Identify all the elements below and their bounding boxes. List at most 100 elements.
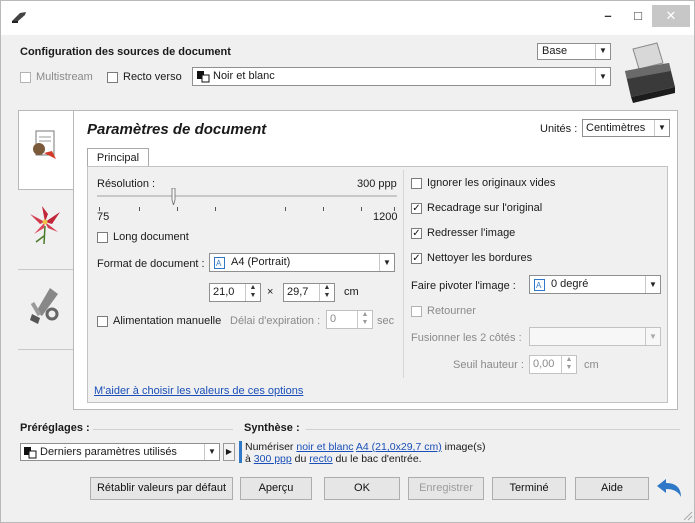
rotate-select-value: 0 degré <box>551 278 589 290</box>
straighten-checkbox[interactable]: ✓ <box>411 228 422 239</box>
height-stepper[interactable]: 29,7 ▲ ▼ <box>283 283 335 302</box>
sidebar-tab-document[interactable] <box>18 110 73 190</box>
long-document-checkbox[interactable] <box>97 232 108 243</box>
chevron-down-icon: ▼ <box>645 328 660 345</box>
resolution-value: 300 ppp <box>357 178 397 190</box>
sidebar-tab-image[interactable] <box>18 190 73 270</box>
chevron-down-icon: ▼ <box>654 120 669 136</box>
summary-text: du <box>294 453 307 465</box>
format-select-value: A4 (Portrait) <box>231 256 291 268</box>
presets-divider <box>93 429 233 430</box>
summary-accent-bar <box>239 441 242 463</box>
threshold-stepper[interactable]: 0,00 ▲ ▼ <box>529 355 577 374</box>
summary-label: Synthèse : <box>244 422 300 434</box>
svg-text:A: A <box>536 281 542 290</box>
rotate-select[interactable]: A 0 degré ▼ <box>529 275 661 294</box>
source-config-title: Configuration des sources de document <box>20 46 231 58</box>
summary-divider <box>306 429 680 430</box>
width-value: 21,0 <box>213 286 235 298</box>
slider-tick <box>361 207 362 211</box>
scanner-app-icon <box>12 12 26 23</box>
chevron-down-icon: ▼ <box>379 254 394 271</box>
document-settings-icon <box>33 130 56 159</box>
help-choose-link[interactable]: M'aider à choisir les valeurs de ces opt… <box>94 385 303 397</box>
chevron-right-icon: ▶ <box>225 447 233 456</box>
clean-borders-checkbox[interactable]: ✓ <box>411 253 422 264</box>
mode-select[interactable]: Base ▼ <box>537 43 611 60</box>
close-button[interactable]: ✕ <box>652 5 690 27</box>
presets-select[interactable]: Derniers paramètres utilisés ▼ <box>20 443 220 461</box>
ok-button[interactable]: OK <box>324 477 400 500</box>
sidebar-tab-tools[interactable] <box>18 270 73 350</box>
units-select[interactable]: Centimètres ▼ <box>582 119 670 137</box>
recto-verso-checkbox[interactable] <box>107 72 118 83</box>
reset-defaults-button[interactable]: Rétablir valeurs par défaut <box>90 477 233 500</box>
title-bar: – □ ✕ <box>1 1 694 35</box>
flip-checkbox[interactable] <box>411 306 422 317</box>
svg-text:A: A <box>216 259 222 268</box>
presets-select-value: Derniers paramètres utilisés <box>40 446 177 458</box>
summary-link-color[interactable]: noir et blanc <box>296 441 353 453</box>
resolution-slider-thumb[interactable] <box>171 188 176 205</box>
summary-link-side[interactable]: recto <box>309 453 332 465</box>
spin-arrows-icon[interactable]: ▲ ▼ <box>245 284 260 301</box>
format-label: Format de document : <box>97 258 205 270</box>
slider-tick <box>285 207 286 211</box>
flip-label: Retourner <box>427 305 476 317</box>
spin-arrows-icon[interactable]: ▲ ▼ <box>357 311 372 328</box>
save-button[interactable]: Enregistrer <box>408 477 484 500</box>
summary-link-resolution[interactable]: 300 ppp <box>254 453 292 465</box>
panel-title: Paramètres de document <box>87 121 267 138</box>
clean-borders-label: Nettoyer les bordures <box>427 252 533 264</box>
slider-tick <box>215 207 216 211</box>
straighten-label: Redresser l'image <box>427 227 516 239</box>
resolution-slider-track[interactable] <box>97 195 397 197</box>
slider-tick <box>177 207 178 211</box>
dimension-separator: × <box>267 286 274 298</box>
minimize-button[interactable]: – <box>593 5 623 27</box>
summary-line-2: à 300 ppp du recto du le bac d'entrée. <box>245 453 422 465</box>
multistream-label: Multistream <box>36 71 93 83</box>
merge-select[interactable]: ▼ <box>529 327 661 346</box>
width-stepper[interactable]: 21,0 ▲ ▼ <box>209 283 261 302</box>
crop-checkbox[interactable]: ✓ <box>411 203 422 214</box>
flower-image-icon <box>30 206 60 245</box>
scanner-device-icon <box>625 42 675 103</box>
preview-button[interactable]: Aperçu <box>240 477 312 500</box>
resolution-min: 75 <box>97 211 110 223</box>
help-button[interactable]: Aide <box>575 477 649 500</box>
resize-grip-icon[interactable] <box>681 509 693 521</box>
threshold-value: 0,00 <box>533 358 555 370</box>
presets-label: Préréglages : <box>20 422 90 434</box>
format-select[interactable]: A A4 (Portrait) ▼ <box>209 253 395 272</box>
maximize-button[interactable]: □ <box>623 5 653 27</box>
units-label: Unités : <box>540 123 578 135</box>
black-white-mode-icon <box>197 71 210 83</box>
summary-text: du le bac d'entrée. <box>335 453 422 465</box>
back-arrow-icon[interactable] <box>655 477 683 499</box>
page-portrait-icon: A <box>534 279 545 291</box>
slider-tick <box>139 207 140 211</box>
mode-select-value: Base <box>542 45 568 57</box>
ignore-blank-checkbox[interactable] <box>411 178 422 189</box>
units-select-value: Centimètres <box>586 122 646 134</box>
long-document-label: Long document <box>113 231 189 243</box>
manual-feed-label: Alimentation manuelle <box>113 315 222 327</box>
scanner-settings-window: – □ ✕ Configuration des sources de docum… <box>0 0 695 523</box>
summary-text: image(s) <box>444 441 486 453</box>
timeout-stepper[interactable]: 0 ▲ ▼ <box>326 310 373 329</box>
presets-menu-button[interactable]: ▶ <box>223 443 235 461</box>
chevron-down-icon: ▼ <box>645 276 660 293</box>
tab-principal[interactable]: Principal <box>87 148 149 167</box>
done-button[interactable]: Terminé <box>492 477 566 500</box>
color-mode-select[interactable]: Noir et blanc ▼ <box>192 67 611 86</box>
manual-feed-checkbox[interactable] <box>97 316 108 327</box>
height-value: 29,7 <box>287 286 309 298</box>
resolution-max: 1200 <box>373 211 398 223</box>
spin-arrows-icon[interactable]: ▲ ▼ <box>561 356 576 373</box>
threshold-unit: cm <box>584 359 599 371</box>
spin-arrows-icon[interactable]: ▲ ▼ <box>319 284 334 301</box>
multistream-checkbox[interactable] <box>20 72 31 83</box>
summary-link-format[interactable]: A4 (21,0x29,7 cm) <box>356 441 442 453</box>
merge-label: Fusionner les 2 côtés : <box>411 332 522 344</box>
